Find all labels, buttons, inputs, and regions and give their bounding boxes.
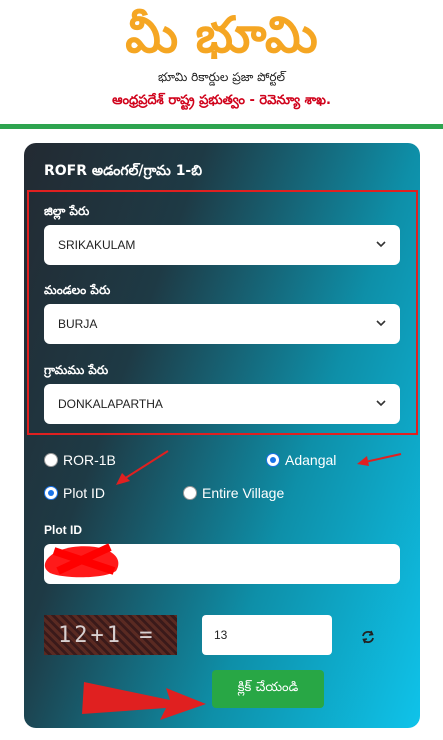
chevron-down-icon	[376, 241, 386, 248]
village-value: DONKALAPARTHA	[58, 397, 163, 411]
annotation-arrow-plot-id	[116, 450, 169, 485]
district-label: జిల్లా పేరు	[44, 204, 90, 218]
portal-subtitle: భూమి రికార్డుల ప్రజా పోర్టల్	[157, 70, 285, 84]
refresh-icon[interactable]	[361, 630, 375, 644]
department-name: ఆంధ్రప్రదేశ్ రాష్ట్ర ప్రభుత్వం - రెవెన్య…	[112, 93, 331, 108]
annotation-arrow-submit	[82, 682, 206, 720]
mandal-value: BURJA	[58, 317, 98, 331]
radio-button[interactable]	[183, 486, 197, 500]
chevron-down-icon	[376, 400, 386, 407]
radio-button[interactable]	[266, 453, 280, 467]
radio-ror-1b[interactable]: ROR-1B	[44, 452, 116, 468]
village-label: గ్రామము పేరు	[44, 363, 109, 377]
radio-button[interactable]	[44, 486, 58, 500]
plot-id-label: Plot ID	[44, 523, 82, 537]
radio-plot-id[interactable]: Plot ID	[44, 485, 105, 501]
radio-button[interactable]	[44, 453, 58, 467]
district-value: SRIKAKULAM	[58, 238, 136, 252]
radio-label: ROR-1B	[63, 452, 116, 468]
search-form-card: ROFR అడంగల్/గ్రామ 1-బి జిల్లా పేరు SRIKA…	[24, 143, 420, 728]
redaction-scribble	[44, 543, 119, 578]
submit-button[interactable]: క్లిక్ చేయండి	[212, 670, 324, 708]
district-select[interactable]: SRIKAKULAM	[44, 225, 400, 265]
village-select[interactable]: DONKALAPARTHA	[44, 384, 400, 424]
radio-adangal[interactable]: Adangal	[266, 452, 336, 468]
mandal-label: మండలం పేరు	[44, 283, 111, 297]
annotation-arrow-adangal	[357, 453, 402, 466]
captcha-image: 12+1 =	[44, 615, 177, 655]
captcha-input[interactable]: 13	[202, 615, 332, 655]
radio-label: Adangal	[285, 452, 337, 468]
header-divider	[0, 124, 443, 129]
mandal-select[interactable]: BURJA	[44, 304, 400, 344]
radio-entire-village[interactable]: Entire Village	[183, 485, 284, 501]
chevron-down-icon	[376, 320, 386, 327]
radio-label: Entire Village	[202, 485, 285, 501]
app-logo: మీ భూమి	[125, 6, 318, 64]
radio-label: Plot ID	[63, 485, 106, 501]
form-title: ROFR అడంగల్/గ్రామ 1-బి	[44, 163, 203, 179]
